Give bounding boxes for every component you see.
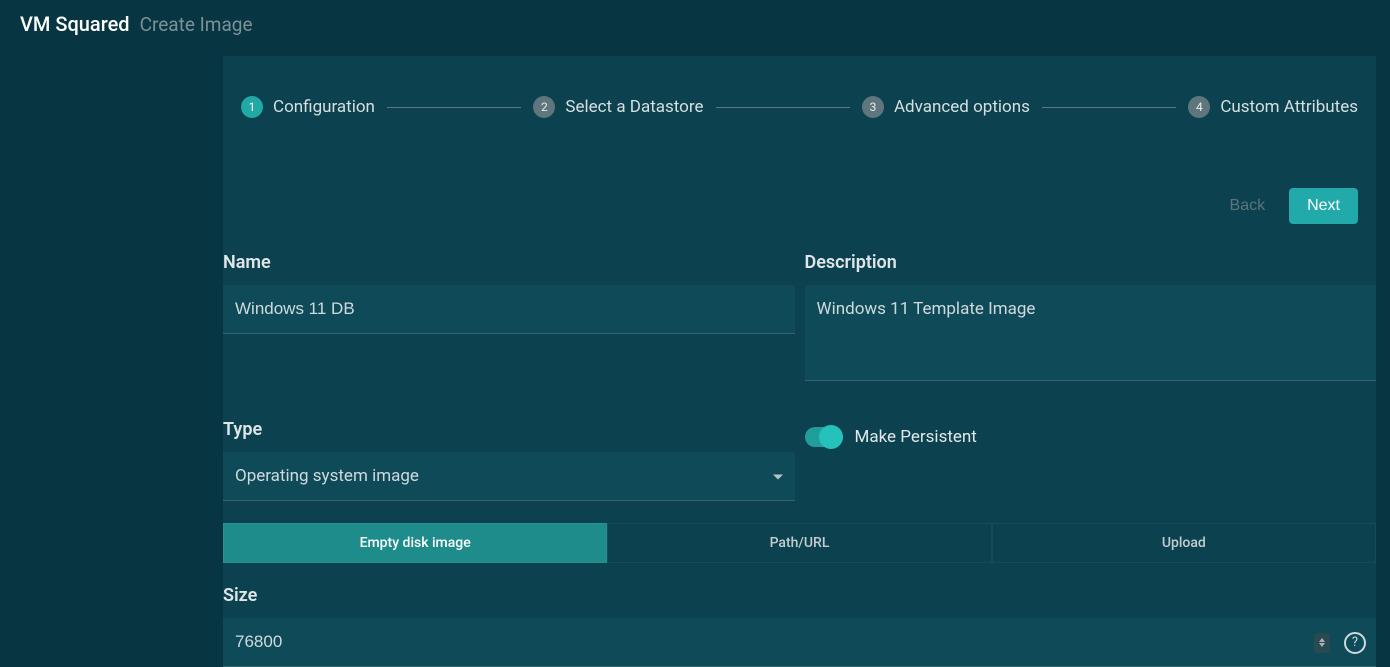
app-title: VM Squared: [20, 12, 130, 36]
image-source-tabs: Empty disk image Path/URL Upload: [223, 523, 1376, 563]
step-number: 3: [862, 96, 884, 118]
step-divider: [716, 107, 850, 108]
chevron-down-icon: [1319, 643, 1325, 647]
step-custom-attributes[interactable]: 4 Custom Attributes: [1188, 96, 1358, 118]
step-label: Select a Datastore: [565, 97, 703, 117]
nav-buttons: Back Next: [223, 128, 1376, 240]
back-button[interactable]: Back: [1226, 189, 1270, 223]
description-input[interactable]: [805, 285, 1377, 381]
size-stepper[interactable]: [1314, 633, 1330, 653]
description-label: Description: [805, 240, 1377, 285]
tab-upload[interactable]: Upload: [992, 523, 1376, 563]
step-label: Configuration: [273, 97, 375, 117]
type-label: Type: [223, 407, 795, 452]
step-advanced-options[interactable]: 3 Advanced options: [862, 96, 1030, 118]
step-configuration[interactable]: 1 Configuration: [241, 96, 375, 118]
help-icon[interactable]: ?: [1344, 632, 1366, 654]
step-number: 4: [1188, 96, 1210, 118]
type-select[interactable]: Operating system image: [223, 452, 795, 501]
tab-path-url[interactable]: Path/URL: [607, 523, 991, 563]
size-input[interactable]: [223, 618, 1376, 667]
step-divider: [1042, 107, 1176, 108]
step-number: 1: [241, 96, 263, 118]
main-panel: 1 Configuration 2 Select a Datastore 3 A…: [223, 56, 1376, 667]
step-divider: [387, 107, 521, 108]
step-select-datastore[interactable]: 2 Select a Datastore: [533, 96, 703, 118]
toggle-knob: [819, 425, 843, 449]
wizard-stepper: 1 Configuration 2 Select a Datastore 3 A…: [223, 56, 1376, 128]
page-title: Create Image: [140, 13, 253, 36]
tab-empty-disk[interactable]: Empty disk image: [223, 523, 607, 563]
size-label: Size: [223, 573, 1376, 618]
name-label: Name: [223, 240, 795, 285]
page-header: VM Squared Create Image: [0, 0, 1390, 56]
chevron-up-icon: [1319, 638, 1325, 642]
make-persistent-label: Make Persistent: [855, 427, 977, 447]
step-label: Advanced options: [894, 97, 1030, 117]
name-input[interactable]: [223, 285, 795, 334]
step-label: Custom Attributes: [1220, 97, 1358, 117]
next-button[interactable]: Next: [1289, 188, 1358, 224]
make-persistent-toggle[interactable]: [805, 427, 843, 447]
step-number: 2: [533, 96, 555, 118]
